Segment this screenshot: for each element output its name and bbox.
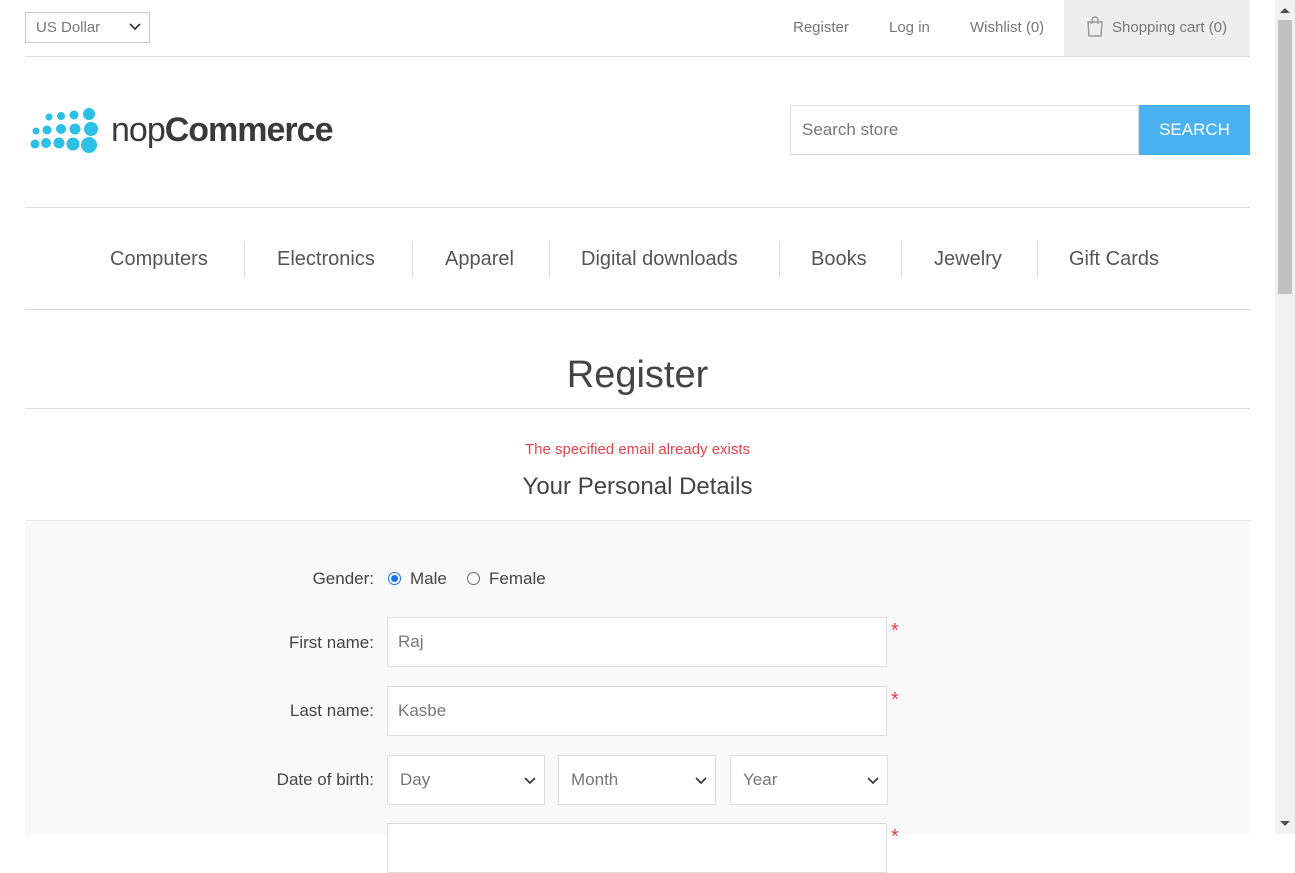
nav-item-electronics[interactable]: Electronics: [277, 247, 375, 271]
nav-item-computers[interactable]: Computers: [110, 247, 208, 271]
section-title: Your Personal Details: [522, 473, 753, 500]
title-divider: [25, 408, 1250, 409]
required-indicator: *: [891, 620, 899, 642]
dob-day-select[interactable]: Day: [387, 755, 545, 805]
gender-male-label[interactable]: Male: [410, 569, 447, 589]
required-indicator: *: [891, 826, 899, 848]
nav-divider: [412, 241, 413, 277]
gender-male-radio[interactable]: [388, 572, 401, 585]
first-name-field[interactable]: Raj: [387, 617, 887, 667]
required-indicator: *: [891, 689, 899, 711]
shopping-cart-label: Shopping cart (0): [1112, 19, 1228, 36]
search-placeholder: Search store: [802, 120, 899, 139]
nav-item-apparel[interactable]: Apparel: [445, 247, 514, 271]
logo-text-prefix: nop: [111, 111, 166, 149]
gender-label: Gender:: [312, 569, 374, 588]
dob-year-select[interactable]: Year: [730, 755, 888, 805]
nav-divider: [901, 241, 902, 277]
page: US Dollar Register Log in Wishlist (0) S…: [25, 0, 1250, 873]
date-of-birth-label: Date of birth:: [276, 770, 374, 789]
logo-text: nopCommerce: [111, 105, 334, 155]
store-logo[interactable]: nopCommerce: [27, 105, 337, 161]
nav-divider: [779, 241, 780, 277]
personal-details-form: Gender: Male Female First name: Raj * La…: [25, 520, 1250, 873]
nav-item-books[interactable]: Books: [811, 247, 867, 271]
login-link[interactable]: Log in: [889, 19, 930, 37]
nav-divider: [1037, 241, 1038, 277]
dob-month-value: Month: [571, 770, 619, 789]
dob-month-select[interactable]: Month: [558, 755, 716, 805]
chevron-down-icon: [129, 23, 141, 31]
currency-value: US Dollar: [36, 19, 101, 36]
register-link[interactable]: Register: [793, 19, 849, 37]
top-menu: Computers Electronics Apparel Digital do…: [25, 207, 1250, 310]
nav-item-jewelry[interactable]: Jewelry: [934, 247, 1002, 271]
nav-divider: [244, 241, 245, 277]
email-field[interactable]: [387, 823, 887, 873]
chevron-down-icon: [867, 777, 879, 785]
gender-female-label[interactable]: Female: [489, 569, 546, 589]
logo-text-suffix: Commerce: [164, 111, 334, 149]
scrollbar-thumb[interactable]: [1278, 20, 1292, 294]
scrollbar[interactable]: [1275, 0, 1295, 834]
scroll-up-icon[interactable]: [1280, 8, 1290, 13]
gender-female-radio[interactable]: [467, 572, 480, 585]
logo-dots-icon: [30, 108, 98, 153]
validation-error: The specified email already exists: [524, 441, 751, 458]
scroll-down-icon[interactable]: [1280, 821, 1290, 826]
nav-item-gift-cards[interactable]: Gift Cards: [1069, 247, 1159, 271]
shopping-bag-icon: [1087, 16, 1103, 37]
nav-item-digital-downloads[interactable]: Digital downloads: [581, 247, 738, 271]
search-input[interactable]: Search store: [790, 105, 1139, 155]
last-name-field[interactable]: Kasbe: [387, 686, 887, 736]
last-name-value: Kasbe: [398, 701, 447, 720]
shopping-cart-link[interactable]: Shopping cart (0): [1064, 0, 1250, 56]
chevron-down-icon: [695, 777, 707, 785]
first-name-value: Raj: [398, 632, 424, 651]
dob-day-value: Day: [400, 770, 431, 789]
header-links: US Dollar Register Log in Wishlist (0) S…: [25, 0, 1250, 57]
chevron-down-icon: [524, 777, 536, 785]
dob-year-value: Year: [743, 770, 778, 789]
wishlist-link[interactable]: Wishlist (0): [970, 19, 1044, 37]
last-name-label: Last name:: [289, 701, 374, 720]
nav-divider: [549, 241, 550, 277]
search-button[interactable]: SEARCH: [1139, 105, 1250, 155]
currency-selector[interactable]: US Dollar: [25, 12, 150, 43]
first-name-label: First name:: [288, 633, 374, 652]
page-title: Register: [566, 354, 709, 396]
